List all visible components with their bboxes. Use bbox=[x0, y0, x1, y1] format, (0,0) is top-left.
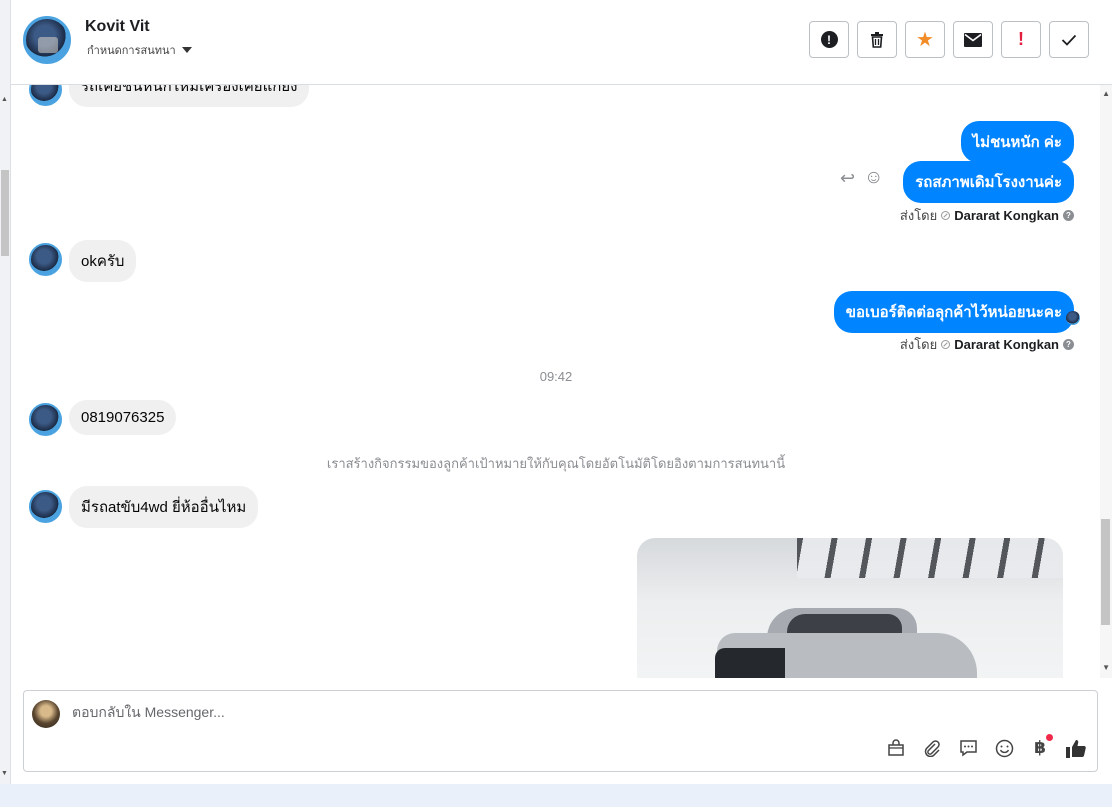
react-emoji-icon[interactable]: ☺ bbox=[864, 167, 883, 189]
agent-name: Dararat Kongkan bbox=[954, 337, 1059, 352]
incoming-message[interactable]: okครับ bbox=[69, 240, 137, 282]
message-scrollbar-thumb[interactable] bbox=[1101, 519, 1110, 625]
left-scrollbar-thumb[interactable] bbox=[1, 170, 9, 256]
attach-icon[interactable] bbox=[921, 737, 943, 759]
follow-up-button[interactable]: ! bbox=[1001, 21, 1041, 58]
reply-icon[interactable]: ↩ bbox=[840, 168, 855, 189]
reply-input[interactable] bbox=[72, 704, 972, 720]
business-suite-icon bbox=[941, 340, 951, 349]
delete-button[interactable] bbox=[857, 21, 897, 58]
sent-by-label: ส่งโดย bbox=[899, 337, 938, 352]
outgoing-message[interactable]: รถสภาพเดิมโรงงานค่ะ bbox=[903, 161, 1074, 203]
scroll-up-icon[interactable]: ▲ bbox=[1, 96, 8, 103]
spam-button[interactable]: ! bbox=[809, 21, 849, 58]
message-thread: รถเคยชนหนักไหมเครื่องเคยแก้ยัง ไม่ชนหนัก… bbox=[11, 85, 1112, 678]
conversation-header: Kovit Vit กำหนดการสนทนา ! ★ ! bbox=[11, 0, 1112, 85]
scroll-up-icon[interactable]: ▲ bbox=[1102, 89, 1110, 98]
car-image-attachment[interactable] bbox=[637, 538, 1063, 678]
assign-label: กำหนดการสนทนา bbox=[87, 45, 176, 57]
sent-by-label: ส่งโดย bbox=[899, 208, 938, 223]
sent-by-info: ส่งโดย Dararat Kongkan ? bbox=[900, 334, 1074, 355]
mark-unread-button[interactable] bbox=[953, 21, 993, 58]
left-gutter: ▲ ▼ bbox=[0, 0, 11, 807]
sent-by-info: ส่งโดย Dararat Kongkan ? bbox=[900, 205, 1074, 226]
scroll-down-icon[interactable]: ▼ bbox=[1, 770, 8, 777]
contact-name[interactable]: Kovit Vit bbox=[85, 18, 150, 36]
shop-icon[interactable] bbox=[885, 737, 907, 759]
scroll-down-icon[interactable]: ▼ bbox=[1102, 663, 1110, 672]
car-grille bbox=[715, 648, 785, 678]
sender-avatar bbox=[29, 243, 62, 276]
star-icon: ★ bbox=[916, 29, 934, 51]
caret-down-icon bbox=[181, 47, 192, 53]
saved-reply-icon[interactable] bbox=[957, 737, 979, 759]
contact-avatar[interactable] bbox=[23, 16, 71, 64]
sender-avatar bbox=[29, 85, 62, 106]
timestamp: 09:42 bbox=[539, 369, 573, 384]
page-avatar bbox=[32, 700, 60, 728]
exclamation-icon: ! bbox=[1018, 29, 1024, 49]
incoming-message[interactable]: 0819076325 bbox=[69, 400, 177, 435]
notification-dot bbox=[1046, 734, 1053, 741]
incoming-message[interactable]: รถเคยชนหนักไหมเครื่องเคยแก้ยัง bbox=[69, 85, 310, 107]
baht-payment-icon[interactable]: ฿ bbox=[1029, 734, 1053, 759]
help-icon[interactable]: ? bbox=[1063, 210, 1074, 221]
showroom-ceiling bbox=[797, 538, 1063, 578]
outgoing-message[interactable]: ไม่ชนหนัก ค่ะ bbox=[960, 121, 1074, 163]
conversation-panel: Kovit Vit กำหนดการสนทนา ! ★ ! รถเคยชนหนั… bbox=[11, 0, 1112, 784]
seen-avatar bbox=[1066, 311, 1080, 325]
sender-avatar bbox=[29, 403, 62, 436]
system-notice: เราสร้างกิจกรรมของลูกค้าเป้าหมายให้กับคุ… bbox=[326, 456, 786, 471]
envelope-icon bbox=[964, 32, 982, 47]
star-button[interactable]: ★ bbox=[905, 21, 945, 58]
agent-name: Dararat Kongkan bbox=[954, 208, 1059, 223]
header-actions: ! ★ ! bbox=[809, 21, 1089, 58]
sender-avatar bbox=[29, 490, 62, 523]
reply-composer: ฿ bbox=[23, 690, 1098, 772]
done-button[interactable] bbox=[1049, 21, 1089, 58]
exclamation-circle-icon: ! bbox=[820, 31, 838, 48]
incoming-message[interactable]: มีรถatขับ4wd ยี่ห้ออื่นไหม bbox=[69, 486, 259, 528]
assign-conversation-dropdown[interactable]: กำหนดการสนทนา bbox=[87, 41, 192, 59]
emoji-icon[interactable] bbox=[993, 737, 1015, 759]
check-icon bbox=[1061, 34, 1077, 46]
page-background bbox=[0, 784, 1112, 807]
like-icon[interactable] bbox=[1065, 737, 1087, 759]
composer-tools: ฿ bbox=[885, 734, 1087, 759]
help-icon[interactable]: ? bbox=[1063, 339, 1074, 350]
outgoing-message[interactable]: ขอเบอร์ติดต่อลุกค้าไว้หน่อยนะคะ bbox=[833, 291, 1074, 333]
business-suite-icon bbox=[941, 211, 951, 220]
trash-icon bbox=[871, 32, 883, 48]
